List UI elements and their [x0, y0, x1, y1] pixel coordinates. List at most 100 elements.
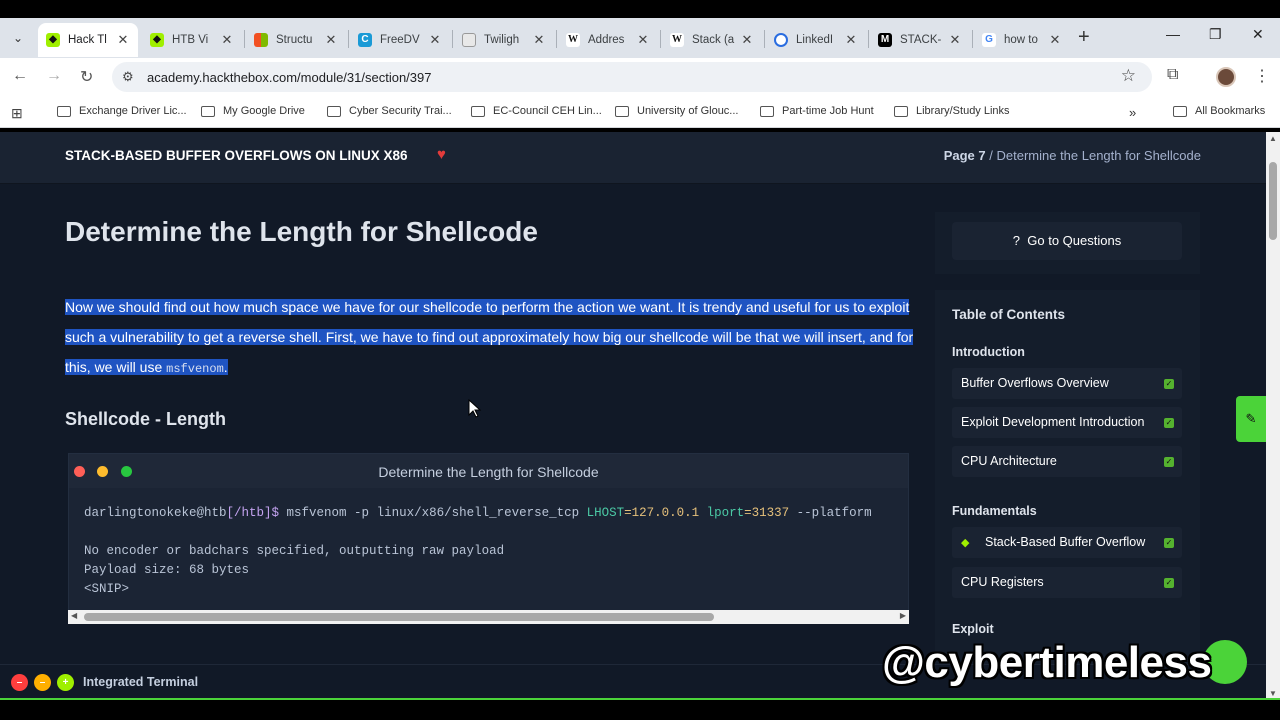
output-line: Payload size: 68 bytes	[84, 563, 250, 577]
tab-linkedin[interactable]: LinkedI ✕	[766, 23, 866, 57]
screen-bottom-border	[0, 700, 1280, 720]
integrated-terminal-label: Integrated Terminal	[83, 675, 199, 689]
tab-title: Stack (a	[692, 34, 735, 46]
tab-title: FreeDV	[380, 34, 420, 46]
paragraph-end: .	[223, 359, 228, 375]
section-body: Determine the Length for Shellcode Now w…	[0, 184, 1266, 700]
bookmarks-bar: ⊞ Exchange Driver Lic... My Google Drive…	[0, 96, 1280, 128]
browser-toolbar: ← → ↻ ⚙ academy.hackthebox.com/module/31…	[0, 58, 1280, 96]
extensions-puzzle-icon[interactable]: ⧉	[1167, 66, 1178, 84]
back-arrow-icon[interactable]: ←	[12, 67, 28, 85]
scroll-right-arrow-icon[interactable]: ▶	[900, 611, 906, 620]
tab-divider	[868, 30, 869, 48]
go-to-questions-button[interactable]: ? Go to Questions	[952, 222, 1182, 260]
toc-item-stack-based-bof[interactable]: ◆ Stack-Based Buffer Overflow ✓	[952, 527, 1182, 558]
watermark-text: @cybertimeless	[882, 638, 1212, 687]
tab-close-icon[interactable]: ✕	[636, 32, 650, 48]
toc-item-cpu-registers[interactable]: CPU Registers ✓	[952, 567, 1182, 598]
tab-close-icon[interactable]: ✕	[220, 32, 234, 48]
bookmark-google-drive[interactable]: My Google Drive	[201, 105, 305, 117]
close-window-icon[interactable]: ✕	[1252, 26, 1264, 43]
site-info-icon[interactable]: ⚙	[122, 69, 134, 85]
terminal-horizontal-scrollbar[interactable]: ◀ ▶	[68, 610, 909, 624]
breadcrumb-page[interactable]: Page 7	[944, 148, 986, 163]
toc-item-cpu-architecture[interactable]: CPU Architecture ✓	[952, 446, 1182, 477]
all-bookmarks[interactable]: All Bookmarks	[1173, 105, 1265, 117]
lport-key: lport	[706, 506, 745, 520]
minimize-icon[interactable]: —	[1166, 26, 1180, 42]
htb-favicon-icon: ◆	[46, 33, 60, 47]
tab-close-icon[interactable]: ✕	[1048, 32, 1062, 48]
tab-close-icon[interactable]: ✕	[740, 32, 754, 48]
page-content: STACK-BASED BUFFER OVERFLOWS ON LINUX X8…	[0, 132, 1266, 700]
bookmark-label: Exchange Driver Lic...	[79, 105, 187, 117]
section-heading: Determine the Length for Shellcode	[65, 216, 538, 247]
terminal-minimize-icon[interactable]: –	[34, 674, 51, 691]
microsoft-favicon-icon	[254, 33, 268, 47]
tab-close-icon[interactable]: ✕	[844, 32, 858, 48]
address-bar[interactable]: ⚙ academy.hackthebox.com/module/31/secti…	[112, 62, 1152, 92]
tab-close-icon[interactable]: ✕	[116, 32, 130, 48]
toc-item-label: Stack-Based Buffer Overflow	[985, 535, 1146, 549]
favorite-heart-icon[interactable]: ♥	[437, 146, 446, 163]
feedback-pencil-icon[interactable]: ✎	[1236, 396, 1266, 442]
scrollbar-thumb[interactable]	[1269, 162, 1277, 240]
bookmark-university[interactable]: University of Glouc...	[615, 105, 738, 117]
tab-title: HTB Vi	[172, 34, 209, 46]
folder-icon	[57, 105, 71, 117]
profile-avatar[interactable]	[1216, 67, 1236, 87]
page-vertical-scrollbar[interactable]: ▲ ▼	[1266, 132, 1280, 700]
tab-twilight[interactable]: Twiligh ✕	[454, 23, 554, 57]
terminal-expand-icon[interactable]: +	[57, 674, 74, 691]
tab-divider	[764, 30, 765, 48]
new-tab-plus-icon[interactable]: +	[1078, 26, 1090, 49]
tab-divider	[972, 30, 973, 48]
forward-arrow-icon[interactable]: →	[46, 67, 62, 85]
scroll-down-arrow-icon[interactable]: ▼	[1269, 689, 1277, 698]
bookmark-star-icon[interactable]: ☆	[1121, 66, 1136, 86]
tab-close-icon[interactable]: ✕	[324, 32, 338, 48]
toc-title: Table of Contents	[952, 307, 1065, 322]
bookmark-cyber-security[interactable]: Cyber Security Trai...	[327, 105, 452, 117]
tab-divider	[452, 30, 453, 48]
folder-icon	[894, 105, 908, 117]
tab-stack-medium[interactable]: M STACK- ✕	[870, 23, 970, 57]
tab-structure[interactable]: Structu ✕	[246, 23, 346, 57]
tab-close-icon[interactable]: ✕	[532, 32, 546, 48]
tab-hack-the-box[interactable]: ◆ Hack Tl ✕	[38, 23, 138, 57]
mouse-cursor-icon	[468, 399, 482, 418]
bookmark-ec-council[interactable]: EC-Council CEH Lin...	[471, 105, 602, 117]
toc-item-label: CPU Architecture	[961, 454, 1057, 468]
inline-code: msfvenom	[166, 362, 224, 376]
tab-freedv[interactable]: C FreeDV ✕	[350, 23, 450, 57]
bookmark-job-hunt[interactable]: Part-time Job Hunt	[760, 105, 874, 117]
tab-stack-wiki[interactable]: W Stack (a ✕	[662, 23, 762, 57]
tab-title: Addres	[588, 34, 625, 46]
tab-title: LinkedI	[796, 34, 834, 46]
terminal-output[interactable]: darlingtonokeke@htb[/htb]$ msfvenom -p l…	[84, 504, 909, 599]
reload-icon[interactable]: ↻	[80, 67, 93, 87]
tab-search-chevron-icon[interactable]: ⌄	[8, 28, 28, 48]
terminal-title: Determine the Length for Shellcode	[378, 464, 599, 480]
tab-how-to[interactable]: G how to ✕	[974, 23, 1070, 57]
tab-address[interactable]: W Addres ✕	[558, 23, 658, 57]
tab-htb-video[interactable]: ◆ HTB Vi ✕	[142, 23, 242, 57]
scrollbar-thumb[interactable]	[84, 613, 714, 621]
toc-item-exploit-dev-intro[interactable]: Exploit Development Introduction ✓	[952, 407, 1182, 438]
toc-item-buffer-overflows-overview[interactable]: Buffer Overflows Overview ✓	[952, 368, 1182, 399]
tab-close-icon[interactable]: ✕	[948, 32, 962, 48]
bookmark-library[interactable]: Library/Study Links	[894, 105, 1010, 117]
tab-title: STACK-	[900, 34, 942, 46]
command-part: --platform	[789, 506, 872, 520]
scroll-left-arrow-icon[interactable]: ◀	[71, 611, 77, 620]
bookmark-exchange[interactable]: Exchange Driver Lic...	[57, 105, 187, 117]
tab-divider	[556, 30, 557, 48]
scroll-up-arrow-icon[interactable]: ▲	[1269, 134, 1277, 143]
apps-grid-icon[interactable]: ⊞	[11, 105, 23, 122]
completed-check-icon: ✓	[1164, 538, 1174, 548]
more-bookmarks-chevron-icon[interactable]: »	[1129, 105, 1136, 120]
restore-icon[interactable]: ❐	[1209, 26, 1222, 43]
more-menu-icon[interactable]: ⋮	[1254, 66, 1270, 86]
terminal-close-icon[interactable]: –	[11, 674, 28, 691]
tab-close-icon[interactable]: ✕	[428, 32, 442, 48]
